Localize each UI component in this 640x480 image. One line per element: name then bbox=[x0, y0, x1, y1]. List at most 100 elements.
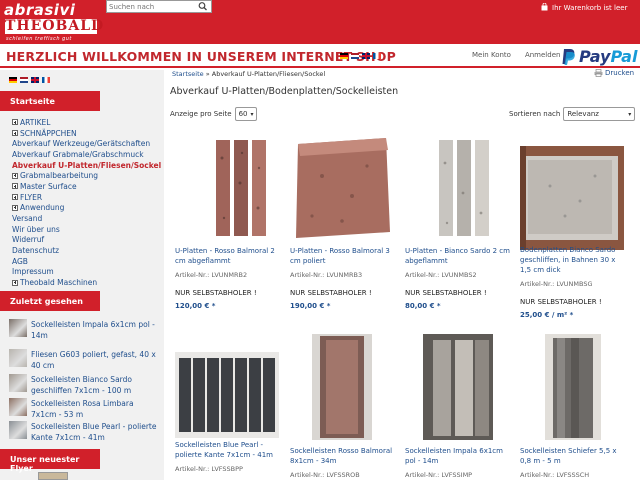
product-price: 25,00 € / m² * bbox=[520, 311, 574, 319]
flyer-thumbnail[interactable] bbox=[38, 472, 68, 480]
breadcrumb: Startseite » Abverkauf U-Platten/Fliesen… bbox=[172, 70, 325, 78]
logo[interactable]: abrasivi THEOBALD schleifen treffisch gu… bbox=[2, 1, 105, 43]
login-link[interactable]: Anmelden bbox=[525, 51, 560, 59]
chevron-down-icon: ▾ bbox=[628, 110, 632, 118]
recent-thumbnail bbox=[9, 398, 27, 416]
sidebar-item[interactable]: Impressum bbox=[12, 267, 161, 278]
sidebar-item[interactable]: Versand bbox=[12, 213, 161, 224]
sidebar-item-label: Abverkauf Werkzeuge/Gerätschaften bbox=[12, 139, 151, 149]
search-box bbox=[106, 0, 212, 13]
printer-icon bbox=[594, 69, 603, 77]
recent-item[interactable]: Sockelleisten Rosa Limbara 7x1cm - 53 m bbox=[9, 398, 161, 420]
sidebar-item-label: Versand bbox=[12, 214, 43, 224]
breadcrumb-home[interactable]: Startseite bbox=[172, 70, 204, 78]
recent-item-label: Fliesen G603 poliert, gefast, 40 x 40 cm bbox=[31, 350, 156, 370]
paypal-logo: PayPal bbox=[562, 47, 637, 66]
sidebar-item[interactable]: Wir über uns bbox=[12, 224, 161, 235]
flag-de-icon[interactable] bbox=[340, 53, 348, 59]
search-input[interactable] bbox=[109, 1, 195, 12]
my-account-link[interactable]: Mein Konto bbox=[472, 51, 511, 59]
flag-nl-icon[interactable] bbox=[351, 53, 359, 59]
flag-nl-icon[interactable] bbox=[20, 77, 28, 83]
sidebar-item[interactable]: Widerruf bbox=[12, 235, 161, 246]
product-name-link[interactable]: Sockelleisten Schiefer 5,5 x 0,8 m - 5 m bbox=[520, 446, 628, 466]
sidebar-item[interactable]: Grabmalbearbeitung bbox=[12, 170, 161, 181]
sidebar-item-label: SCHNÄPPCHEN bbox=[20, 128, 77, 138]
paypal-pal: Pal bbox=[610, 47, 638, 66]
sidebar-item-label: Wir über uns bbox=[12, 224, 60, 234]
welcome-banner: HERZLICH WILLKOMMEN IN UNSEREM INTERNET-… bbox=[0, 44, 640, 68]
product-article-number: Artikel-Nr.: LVUNMRB2 bbox=[175, 271, 248, 279]
product-price: 120,00 € * bbox=[175, 302, 216, 310]
recent-thumbnail bbox=[9, 349, 27, 367]
expand-plus-icon[interactable] bbox=[12, 194, 18, 201]
logo-name: THEOBALD bbox=[4, 18, 105, 35]
product-name-link[interactable]: U-Platten - Bianco Sardo 2 cm abgeflammt bbox=[405, 246, 513, 266]
expand-plus-icon[interactable] bbox=[12, 183, 18, 190]
product-image[interactable] bbox=[435, 138, 495, 240]
sidebar-item-label: ARTIKEL bbox=[20, 117, 51, 127]
sort-label: Sortieren nach bbox=[509, 110, 561, 118]
product-name-link[interactable]: U-Platten - Rosso Balmoral 3 cm poliert bbox=[290, 246, 398, 266]
recent-thumbnail bbox=[9, 421, 27, 439]
sidebar-item[interactable]: Datenschutz bbox=[12, 245, 161, 256]
sidebar-item-label: Widerruf bbox=[12, 235, 45, 245]
sidebar-item[interactable]: Master Surface bbox=[12, 181, 161, 192]
sidebar-item[interactable]: AGB bbox=[12, 256, 161, 267]
flag-de-icon[interactable] bbox=[9, 77, 17, 83]
expand-plus-icon[interactable] bbox=[12, 172, 18, 179]
product-image[interactable] bbox=[545, 334, 601, 442]
sort-select[interactable]: Relevanz ▾ bbox=[563, 107, 636, 121]
print-link[interactable]: Drucken bbox=[594, 69, 634, 77]
recent-thumbnail bbox=[9, 374, 27, 392]
cart-status[interactable]: Ihr Warenkorb ist leer bbox=[541, 1, 627, 15]
product-article-number: Artikel-Nr.: LVFSSSCH bbox=[520, 471, 590, 479]
product-name-link[interactable]: Sockelleisten Impala 6x1cm pol - 14m bbox=[405, 446, 513, 466]
product-image[interactable] bbox=[292, 136, 392, 242]
product-image[interactable] bbox=[312, 334, 372, 442]
sidebar-item-label: AGB bbox=[12, 256, 28, 266]
sidebar-item-label: Datenschutz bbox=[12, 246, 60, 256]
sidebar-item[interactable]: Anwendung bbox=[12, 203, 161, 214]
product-article-number: Artikel-Nr.: LVUNMBSG bbox=[520, 280, 593, 288]
expand-plus-icon[interactable] bbox=[12, 119, 18, 126]
per-page-value: 60 bbox=[238, 110, 248, 118]
recent-item[interactable]: Fliesen G603 poliert, gefast, 40 x 40 cm bbox=[9, 349, 161, 371]
product-name-link[interactable]: Sockelleisten Rosso Balmoral 8x1cm - 34m bbox=[290, 446, 398, 466]
recent-item-label: Sockelleisten Blue Pearl - polierte Kant… bbox=[31, 422, 157, 442]
product-name-link[interactable]: Bodenplatten Bianco Sardo geschliffen, i… bbox=[520, 245, 628, 275]
expand-plus-icon[interactable] bbox=[12, 279, 18, 286]
breadcrumb-separator: » bbox=[205, 70, 210, 78]
sidebar-item-label: Impressum bbox=[12, 267, 54, 277]
sidebar: Startseite ARTIKEL SCHNÄPPCHEN Abverkauf W… bbox=[0, 70, 164, 480]
recent-item[interactable]: Sockelleisten Bianco Sardo geschliffen 7… bbox=[9, 374, 161, 396]
sidebar-item[interactable]: Abverkauf Werkzeuge/Gerätschaften bbox=[12, 138, 161, 149]
sidebar-item[interactable]: SCHNÄPPCHEN bbox=[12, 128, 161, 139]
sidebar-item-label: Theobald Maschinen bbox=[20, 278, 98, 288]
recent-item-label: Sockelleisten Impala 6x1cm pol - 14m bbox=[31, 320, 155, 340]
sidebar-item[interactable]: ARTIKEL bbox=[12, 117, 161, 128]
flag-gb-icon[interactable] bbox=[362, 53, 370, 59]
search-icon[interactable] bbox=[196, 1, 210, 12]
product-image[interactable] bbox=[175, 352, 279, 440]
sidebar-item-label: FLYER bbox=[20, 192, 43, 202]
sidebar-item[interactable]: Abverkauf Grabmale/Grabschmuck bbox=[12, 149, 161, 160]
flag-fr-icon[interactable] bbox=[373, 53, 381, 59]
sidebar-start-heading[interactable]: Startseite bbox=[0, 91, 100, 111]
expand-plus-icon[interactable] bbox=[12, 130, 18, 137]
per-page-select[interactable]: 60 ▾ bbox=[234, 107, 257, 121]
sidebar-item[interactable]: Theobald Maschinen bbox=[12, 277, 161, 288]
sidebar-item[interactable]: Abverkauf U-Platten/Fliesen/Sockel bbox=[12, 160, 161, 171]
recent-item[interactable]: Sockelleisten Impala 6x1cm pol - 14m bbox=[9, 319, 161, 341]
product-image[interactable] bbox=[520, 146, 624, 252]
flag-gb-icon[interactable] bbox=[31, 77, 39, 83]
expand-plus-icon[interactable] bbox=[12, 204, 18, 211]
product-image[interactable] bbox=[212, 138, 272, 240]
recent-item[interactable]: Sockelleisten Blue Pearl - polierte Kant… bbox=[9, 421, 161, 443]
sidebar-language-flags bbox=[9, 77, 50, 83]
product-image[interactable] bbox=[423, 334, 493, 442]
sidebar-item[interactable]: FLYER bbox=[12, 192, 161, 203]
flag-fr-icon[interactable] bbox=[42, 77, 50, 83]
product-name-link[interactable]: U-Platten - Rosso Balmoral 2 cm abgeflam… bbox=[175, 246, 283, 266]
product-name-link[interactable]: Sockelleisten Blue Pearl - polierte Kant… bbox=[175, 440, 283, 460]
